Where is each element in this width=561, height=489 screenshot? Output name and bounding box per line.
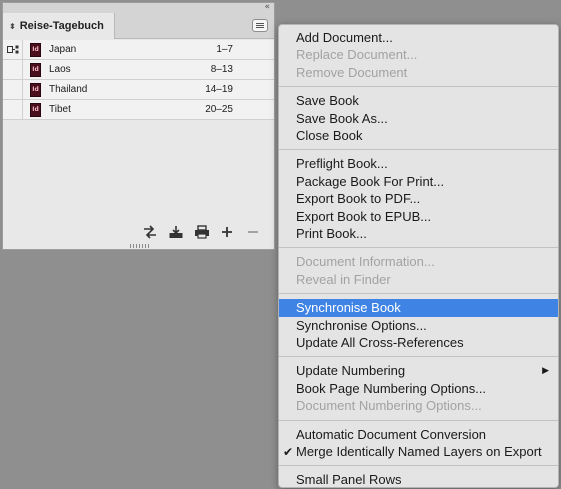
menu-item-document-numbering-options: Document Numbering Options... <box>279 397 558 415</box>
document-row[interactable]: Id Laos 8–13 <box>3 60 274 80</box>
panel-tabstrip: ⬍ Reise-Tagebuch <box>3 13 274 39</box>
sync-source-gutter[interactable] <box>3 60 23 79</box>
menu-item-export-book-to-epub[interactable]: Export Book to EPUB... <box>279 208 558 226</box>
menu-item-label: Update Numbering <box>296 363 406 379</box>
document-name: Tibet <box>49 104 71 115</box>
add-document-icon[interactable] <box>219 225 235 239</box>
book-panel-flyout-menu: Add Document... Replace Document... Remove… <box>278 24 559 488</box>
menu-item-remove-document: Remove Document <box>279 64 558 82</box>
indesign-document-icon: Id <box>30 63 41 77</box>
tab-book-label: Reise-Tagebuch <box>19 20 104 32</box>
indesign-document-icon: Id <box>30 103 41 117</box>
panel-toolbar <box>3 219 274 249</box>
sync-source-gutter[interactable] <box>3 80 23 99</box>
menu-item-synchronise-options[interactable]: Synchronise Options... <box>279 317 558 335</box>
menu-item-label: Automatic Document Conversion <box>296 426 487 442</box>
sync-styles-icon[interactable] <box>142 225 158 239</box>
menu-item-label: Update All Cross-References <box>296 335 464 350</box>
menu-item-close-book[interactable]: Close Book <box>279 127 558 145</box>
menu-item-label: Print Book... <box>296 226 367 241</box>
menu-separator <box>279 86 558 88</box>
tab-book[interactable]: ⬍ Reise-Tagebuch <box>3 13 115 39</box>
document-row[interactable]: Id Japan 1–7 <box>3 40 274 60</box>
menu-item-label: Add Document... <box>296 30 393 45</box>
menu-item-package-book-for-print[interactable]: Package Book For Print... <box>279 173 558 191</box>
menu-separator <box>279 149 558 151</box>
menu-item-label: Save Book As... <box>296 110 388 126</box>
menu-item-label: Small Panel Rows <box>296 472 402 488</box>
menu-separator <box>279 419 558 421</box>
menu-item-label: Remove Document <box>296 64 408 80</box>
document-name: Laos <box>49 64 71 75</box>
indesign-document-icon: Id <box>30 43 41 57</box>
print-book-icon[interactable] <box>194 225 210 239</box>
menu-item-label: Synchronise Options... <box>296 317 427 333</box>
menu-item-reveal-in-finder: Reveal in Finder <box>279 271 558 289</box>
tab-arrows-icon: ⬍ <box>9 21 16 31</box>
document-page-range: 1–7 <box>216 44 233 55</box>
panel-resize-grip[interactable] <box>130 244 150 248</box>
document-name: Japan <box>49 44 77 55</box>
menu-item-label: Preflight Book... <box>296 156 388 172</box>
panel-menu-button[interactable] <box>252 19 268 32</box>
menu-item-label: Export Book to PDF... <box>296 191 421 207</box>
document-row[interactable]: Id Thailand 14–19 <box>3 80 274 100</box>
menu-separator <box>279 465 558 467</box>
menu-item-label: Replace Document... <box>296 47 418 63</box>
menu-item-label: Book Page Numbering Options... <box>296 380 487 396</box>
document-list: Id Japan 1–7 Id Laos 8–13 Id Thailand 14–19 Id Tib… <box>3 40 274 120</box>
menu-item-merge-identically-named-layers-on-export[interactable]: ✔ Merge Identically Named Layers on Expor… <box>279 443 558 461</box>
indesign-document-icon: Id <box>30 83 41 97</box>
menu-item-save-book[interactable]: Save Book <box>279 92 558 110</box>
panel-title-bar[interactable]: « <box>3 2 274 13</box>
menu-item-add-document[interactable]: Add Document... <box>279 29 558 47</box>
menu-item-label: Package Book For Print... <box>296 173 445 189</box>
menu-separator <box>279 356 558 358</box>
menu-item-label: Synchronise Book <box>296 300 401 316</box>
remove-document-icon <box>248 231 258 233</box>
menu-item-update-all-cross-references[interactable]: Update All Cross-References <box>279 334 558 352</box>
menu-item-export-book-to-pdf[interactable]: Export Book to PDF... <box>279 190 558 208</box>
sync-source-gutter[interactable] <box>3 100 23 119</box>
menu-item-small-panel-rows[interactable]: Small Panel Rows <box>279 471 558 489</box>
menu-item-document-information: Document Information... <box>279 253 558 271</box>
sync-source-gutter[interactable] <box>3 40 23 59</box>
style-source-icon <box>7 45 19 54</box>
menu-item-label: Reveal in Finder <box>296 271 391 287</box>
menu-item-label: Document Numbering Options... <box>296 398 482 414</box>
save-book-icon[interactable] <box>168 225 184 239</box>
menu-item-update-numbering[interactable]: Update Numbering ▶ <box>279 362 558 380</box>
menu-item-replace-document: Replace Document... <box>279 46 558 64</box>
menu-item-label: Save Book <box>296 93 359 109</box>
menu-item-automatic-document-conversion[interactable]: Automatic Document Conversion <box>279 426 558 444</box>
menu-item-label: Merge Identically Named Layers on Export <box>296 444 542 459</box>
document-page-range: 20–25 <box>205 104 233 115</box>
menu-item-print-book[interactable]: Print Book... <box>279 225 558 243</box>
menu-item-book-page-numbering-options[interactable]: Book Page Numbering Options... <box>279 380 558 398</box>
checkmark-icon: ✔ <box>283 445 294 459</box>
book-panel: « ⬍ Reise-Tagebuch Id Japan 1–7 Id Laos 8–13 I… <box>2 2 275 250</box>
menu-item-synchronise-book[interactable]: Synchronise Book <box>279 299 558 318</box>
collapse-panel-icon[interactable]: « <box>264 2 270 12</box>
menu-separator <box>279 293 558 295</box>
submenu-arrow-icon: ▶ <box>542 366 549 377</box>
menu-item-save-book-as[interactable]: Save Book As... <box>279 110 558 128</box>
document-row[interactable]: Id Tibet 20–25 <box>3 100 274 120</box>
menu-item-label: Document Information... <box>296 254 435 270</box>
document-page-range: 8–13 <box>210 64 233 75</box>
document-page-range: 14–19 <box>205 84 233 95</box>
menu-separator <box>279 247 558 249</box>
document-name: Thailand <box>49 84 88 95</box>
menu-item-preflight-book[interactable]: Preflight Book... <box>279 155 558 173</box>
menu-item-label: Export Book to EPUB... <box>296 208 432 224</box>
menu-item-label: Close Book <box>296 128 363 143</box>
